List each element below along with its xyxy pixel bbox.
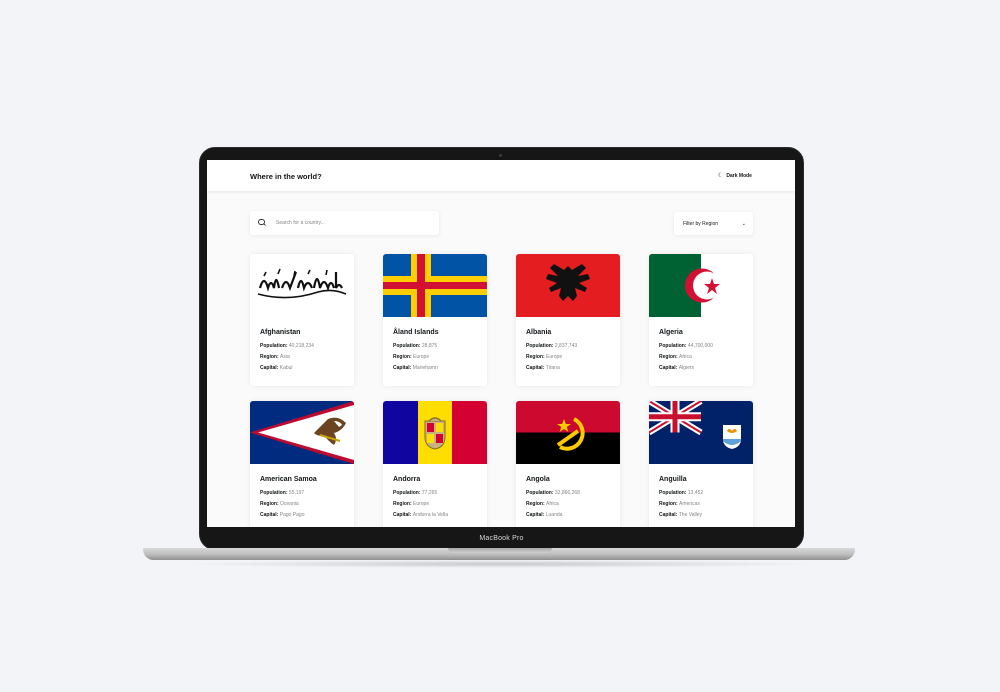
country-card-andorra[interactable]: Andorra Population: 77,265 Region: Europ… (383, 401, 487, 527)
device-label: MacBook Pro (479, 535, 524, 542)
search-box[interactable] (250, 211, 439, 235)
capital-row: Capital: Tirana (526, 365, 560, 371)
region-row: Region: Europe (393, 354, 430, 360)
country-card-american-samoa[interactable]: American Samoa Population: 55,197 Region… (250, 401, 354, 527)
population-row: Population: 2,837,743 (526, 343, 578, 349)
population-row: Population: 28,875 (393, 343, 438, 349)
flag-albania-icon (516, 254, 620, 317)
country-name: Angola (526, 476, 550, 483)
capital-row: Capital: Andorra la Vella (393, 512, 449, 518)
country-card-angola[interactable]: Angola Population: 32,866,268 Region: Af… (516, 401, 620, 527)
region-row: Region: Europe (393, 501, 430, 507)
country-card-aland-islands[interactable]: Åland Islands Population: 28,875 Region:… (383, 254, 487, 386)
dark-mode-toggle[interactable]: ☾ Dark Mode (718, 172, 752, 180)
capital-row: Capital: The Valley (659, 512, 702, 518)
country-card-anguilla[interactable]: Anguilla Population: 13,452 Region: Amer… (649, 401, 753, 527)
flag-angola-icon (516, 401, 620, 464)
capital-row: Capital: Pago Pago (260, 512, 305, 518)
capital-row: Capital: Kabul (260, 365, 293, 371)
flag-anguilla-icon (649, 401, 753, 464)
country-card-algeria[interactable]: Algeria Population: 44,700,000 Region: A… (649, 254, 753, 386)
region-filter-select[interactable]: Filter by Region ⌄ (674, 212, 753, 235)
region-row: Region: Africa (659, 354, 692, 360)
flag-aland-icon (383, 254, 487, 317)
capital-row: Capital: Luanda (526, 512, 563, 518)
laptop-notch (448, 548, 552, 553)
search-input[interactable] (276, 220, 426, 226)
app-screen: Where in the world? ☾ Dark Mode Filter b… (207, 160, 795, 527)
moon-icon: ☾ (718, 173, 724, 179)
capital-row: Capital: Algiers (659, 365, 695, 371)
country-name: Algeria (659, 329, 683, 336)
chevron-down-icon: ⌄ (741, 220, 746, 227)
laptop-shadow (180, 560, 820, 568)
app-header: Where in the world? ☾ Dark Mode (207, 160, 795, 191)
region-row: Region: Africa (526, 501, 559, 507)
country-name: Anguilla (659, 476, 687, 483)
search-icon (258, 218, 267, 228)
camera-icon (499, 154, 502, 157)
flag-algeria-icon (649, 254, 753, 317)
country-name: Andorra (393, 476, 421, 483)
flag-afghanistan-icon (250, 254, 354, 317)
country-name: Albania (526, 329, 552, 336)
population-row: Population: 32,866,268 (526, 490, 580, 496)
region-row: Region: Europe (526, 354, 563, 360)
country-name: Afghanistan (260, 329, 301, 336)
country-card-albania[interactable]: Albania Population: 2,837,743 Region: Eu… (516, 254, 620, 386)
filter-label: Filter by Region (683, 220, 719, 227)
population-row: Population: 13,452 (659, 490, 704, 496)
population-row: Population: 44,700,000 (659, 343, 713, 349)
country-name: American Samoa (260, 476, 317, 483)
region-row: Region: Americas (659, 501, 700, 507)
country-name: Åland Islands (393, 329, 439, 336)
flag-american-samoa-icon (250, 401, 354, 464)
region-row: Region: Oceania (260, 501, 299, 507)
capital-row: Capital: Mariehamn (393, 365, 438, 371)
page-title: Where in the world? (250, 172, 322, 181)
flag-andorra-icon (383, 401, 487, 464)
region-row: Region: Asia (260, 354, 290, 360)
population-row: Population: 77,265 (393, 490, 438, 496)
dark-mode-label: Dark Mode (726, 172, 752, 179)
population-row: Population: 40,218,234 (260, 343, 314, 349)
population-row: Population: 55,197 (260, 490, 305, 496)
country-card-afghanistan[interactable]: Afghanistan Population: 40,218,234 Regio… (250, 254, 354, 386)
